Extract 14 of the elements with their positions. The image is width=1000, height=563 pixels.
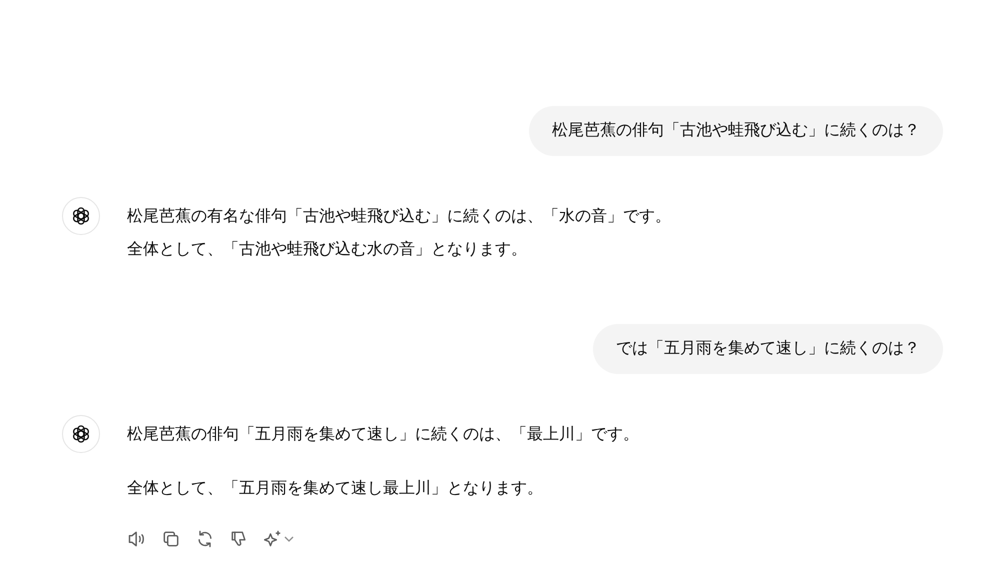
- sparkle-button[interactable]: [263, 529, 295, 549]
- assistant-message-line: 松尾芭蕉の有名な俳句「古池や蛙飛び込む」に続くのは、「水の音」です。: [127, 206, 671, 227]
- user-message: 松尾芭蕉の俳句「古池や蛙飛び込む」に続くのは？: [529, 106, 943, 156]
- sparkle-icon: [263, 529, 283, 549]
- assistant-message-line: 全体として、「五月雨を集めて速し最上川」となります。: [127, 478, 544, 499]
- user-message: では「五月雨を集めて速し」に続くのは？: [593, 324, 943, 374]
- speaker-button[interactable]: [127, 529, 147, 549]
- knot-icon: [71, 424, 91, 444]
- assistant-message-line: 松尾芭蕉の俳句「五月雨を集めて速し」に続くのは、「最上川」です。: [127, 424, 639, 445]
- speaker-icon: [127, 529, 147, 549]
- assistant-message-line: 全体として、「古池や蛙飛び込む水の音」となります。: [127, 240, 528, 260]
- copy-icon: [161, 529, 181, 549]
- copy-button[interactable]: [161, 529, 181, 549]
- knot-icon: [71, 206, 91, 226]
